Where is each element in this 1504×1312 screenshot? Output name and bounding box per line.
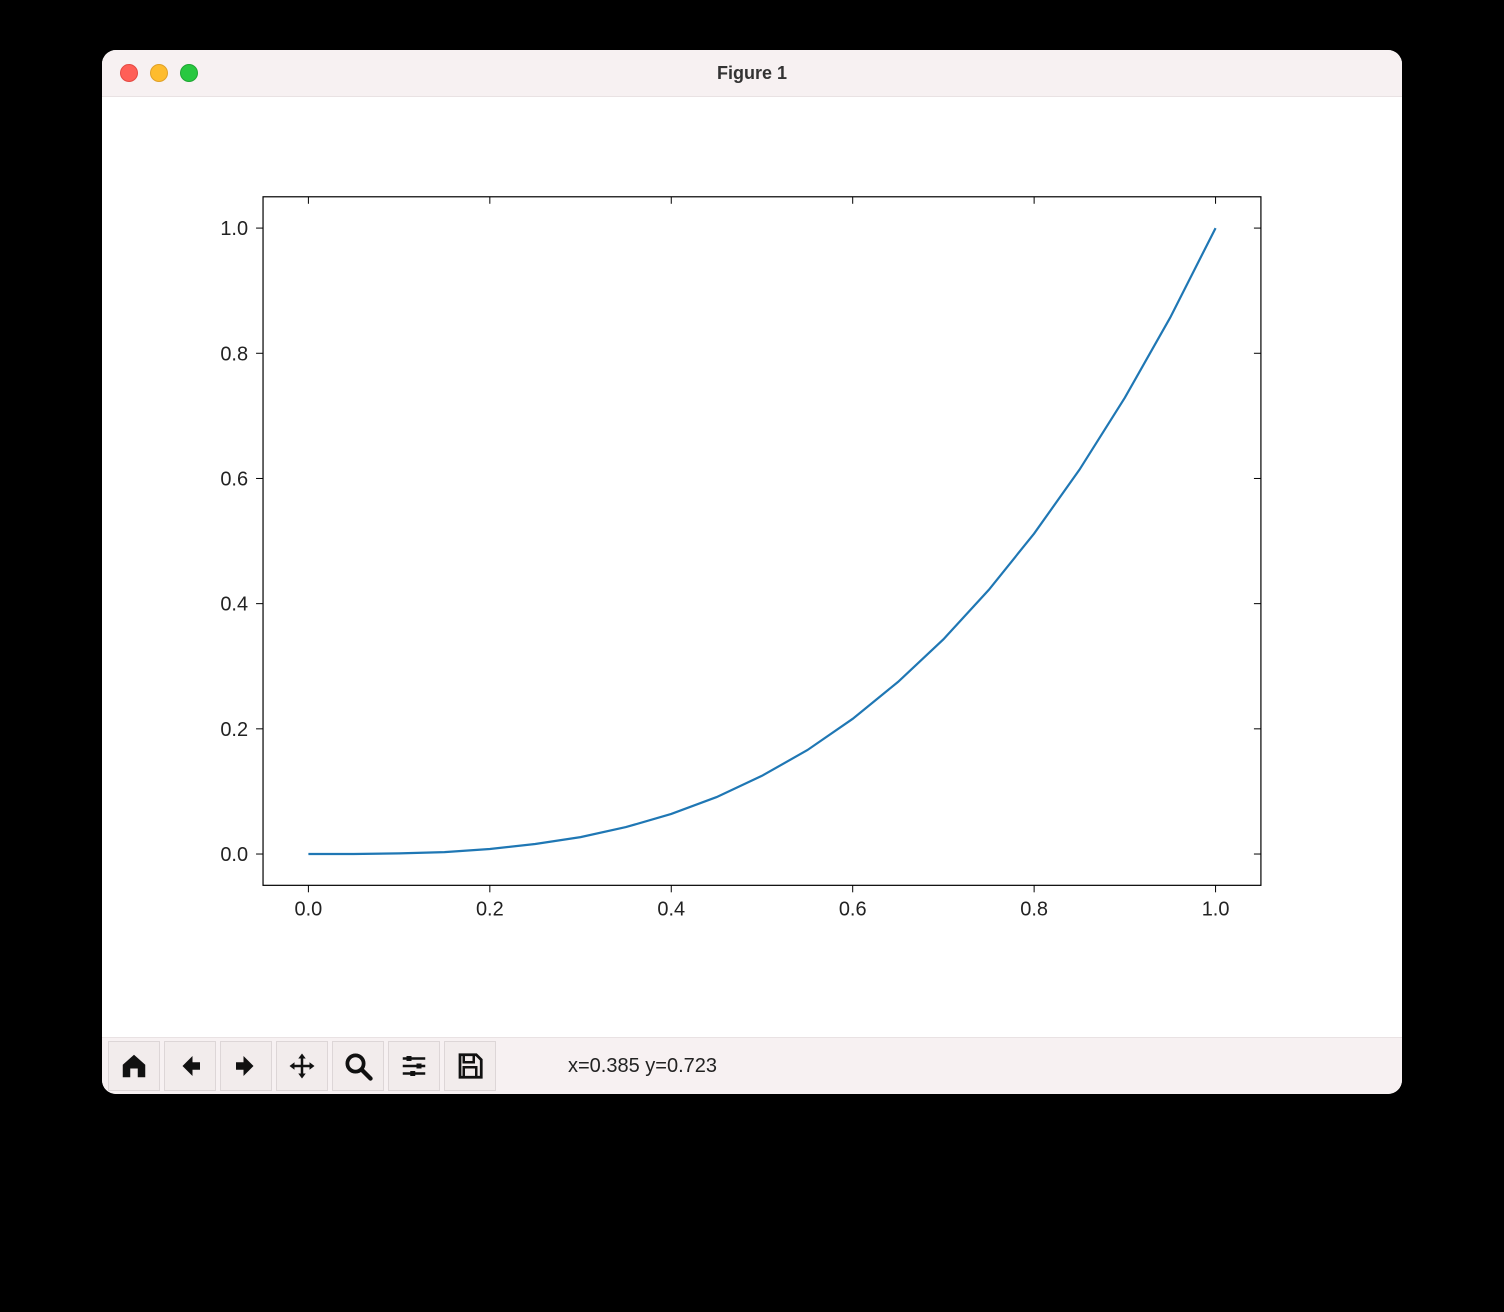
plot-canvas[interactable]: 0.0 0.2 0.4 0.6 0.8 1.0 0.0 0.2 0.4 0.6 0.8 1.0 [102,97,1402,1037]
toolbar: x=0.385 y=0.723 [102,1037,1402,1094]
sliders-icon [399,1051,429,1081]
traffic-lights [120,64,198,82]
svg-text:0.6: 0.6 [220,468,248,490]
svg-text:0.0: 0.0 [295,898,323,920]
arrow-right-icon [231,1051,261,1081]
svg-text:0.6: 0.6 [839,898,867,920]
svg-text:0.8: 0.8 [220,343,248,365]
svg-text:0.8: 0.8 [1020,898,1048,920]
svg-text:1.0: 1.0 [220,218,248,240]
forward-button[interactable] [220,1041,272,1091]
zoom-window-icon[interactable] [180,64,198,82]
configure-button[interactable] [388,1041,440,1091]
close-icon[interactable] [120,64,138,82]
arrow-left-icon [175,1051,205,1081]
svg-text:0.0: 0.0 [220,844,248,866]
svg-text:1.0: 1.0 [1202,898,1230,920]
home-icon [119,1051,149,1081]
zoom-button[interactable] [332,1041,384,1091]
move-icon [287,1051,317,1081]
window-title: Figure 1 [717,63,787,84]
minimize-icon[interactable] [150,64,168,82]
back-button[interactable] [164,1041,216,1091]
titlebar: Figure 1 [102,50,1402,97]
save-button[interactable] [444,1041,496,1091]
figure-window: Figure 1 0.00.20.40.60.81.00.00.20.40.60… [102,50,1402,1094]
pan-button[interactable] [276,1041,328,1091]
magnify-icon [343,1051,373,1081]
save-icon [455,1051,485,1081]
home-button[interactable] [108,1041,160,1091]
svg-text:0.2: 0.2 [476,898,504,920]
plot-svg: 0.0 0.2 0.4 0.6 0.8 1.0 0.0 0.2 0.4 0.6 0.8 1.0 [102,97,1402,1037]
svg-text:0.4: 0.4 [657,898,685,920]
svg-text:0.2: 0.2 [220,719,248,741]
cursor-coords: x=0.385 y=0.723 [568,1055,717,1078]
svg-text:0.4: 0.4 [220,594,248,616]
